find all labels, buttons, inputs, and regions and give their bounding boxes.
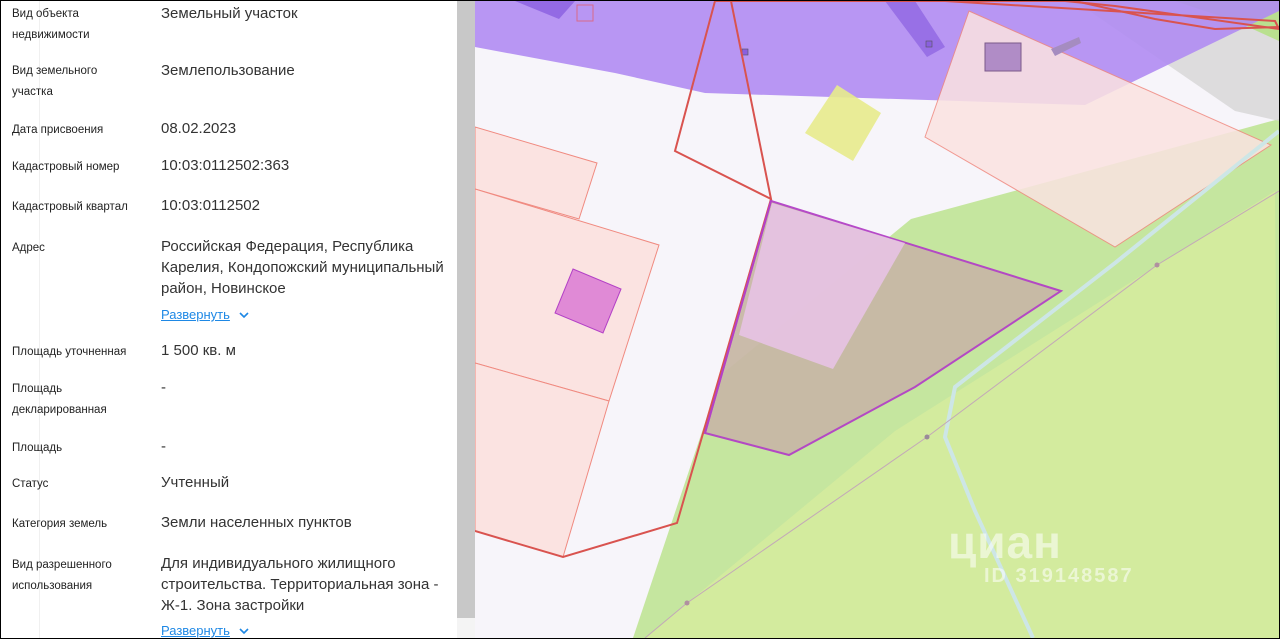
value-assign-date: 08.02.2023 <box>161 120 237 137</box>
value-area: - <box>161 438 166 455</box>
label-area-refined: Площадь уточненная <box>12 346 127 358</box>
value-area-refined: 1 500 кв. м <box>161 342 236 359</box>
address-expand-label[interactable]: Развернуть <box>161 307 230 322</box>
cadastral-map[interactable]: циан ID 319148587 <box>475 1 1279 638</box>
purple-marker <box>925 40 933 48</box>
permitted-use-expand-label[interactable]: Развернуть <box>161 623 230 638</box>
utility-pole <box>1154 262 1160 268</box>
label-address: Адрес <box>12 242 45 254</box>
panel-scrollbar[interactable] <box>457 1 475 638</box>
value-area-declared: - <box>161 379 166 396</box>
label-area-declared: Площадь декларированная <box>12 383 107 416</box>
value-cadastral-quarter: 10:03:0112502 <box>161 197 260 214</box>
scrollbar-thumb[interactable] <box>457 1 475 618</box>
label-land-category: Категория земель <box>12 518 108 530</box>
value-cadastral-number: 10:03:0112502:363 <box>161 157 290 174</box>
chevron-down-icon <box>239 627 249 634</box>
utility-pole <box>684 600 690 606</box>
chevron-down-icon <box>239 311 249 318</box>
label-cadastral-quarter: Кадастровый квартал <box>12 201 128 213</box>
label-assign-date: Дата присвоения <box>12 124 104 136</box>
purple-zone <box>475 1 1279 105</box>
utility-pole <box>924 434 930 440</box>
value-land-type: Землепользование <box>161 62 295 79</box>
value-status: Учтенный <box>161 474 230 491</box>
property-info-panel: Вид объекта недвижимости Земельный участ… <box>1 1 457 638</box>
purple-marker <box>741 48 749 56</box>
value-land-category: Земли населенных пунктов <box>161 514 352 531</box>
permitted-use-expand-link[interactable]: Развернуть <box>161 623 250 638</box>
value-address: Российская Федерация, Республика Карелия… <box>161 238 444 297</box>
label-cadastral-number: Кадастровый номер <box>12 161 120 173</box>
label-area: Площадь <box>12 442 63 454</box>
map-canvas[interactable] <box>475 1 1279 638</box>
value-permitted-use: Для индивидуального жилищного строительс… <box>161 555 439 614</box>
label-status: Статус <box>12 478 49 490</box>
app-frame: Вид объекта недвижимости Земельный участ… <box>1 1 1279 638</box>
pink-building <box>984 42 1022 72</box>
label-object-type: Вид объекта недвижимости <box>12 8 90 41</box>
address-expand-link[interactable]: Развернуть <box>161 307 250 322</box>
label-land-type: Вид земельного участка <box>12 65 98 98</box>
value-object-type: Земельный участок <box>161 5 298 22</box>
label-permitted-use: Вид разрешенного использования <box>12 559 112 592</box>
